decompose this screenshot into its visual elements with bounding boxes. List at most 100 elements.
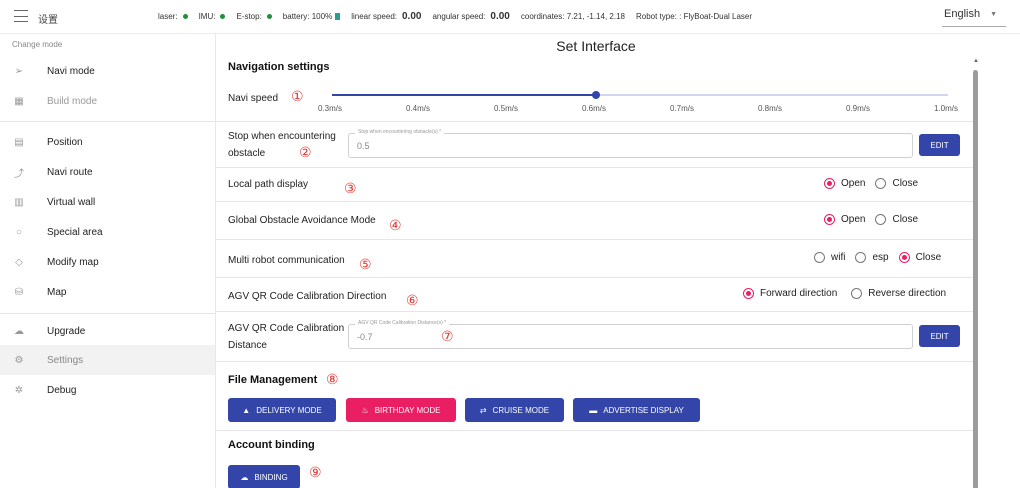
build-icon: ▦ <box>14 95 24 107</box>
sidebar-item-upgrade[interactable]: ☁ Upgrade <box>0 316 215 346</box>
position-icon: ▤ <box>14 136 24 148</box>
sidebar-item-navi-mode[interactable]: ➢ Navi mode <box>0 56 215 86</box>
navi-speed-tick-label: 0.7m/s <box>670 104 695 113</box>
navi-speed-slider-fill <box>332 94 597 96</box>
sidebar-item-virtual-wall[interactable]: ▥ Virtual wall <box>0 187 215 217</box>
route-icon: ⤴ <box>14 168 24 180</box>
imu-label: IMU: <box>198 12 216 21</box>
global-avoidance-label: Global Obstacle Avoidance Mode <box>228 215 376 226</box>
marker-6: ⑥ <box>406 292 419 308</box>
sidebar-item-label: Navi mode <box>47 65 95 77</box>
laser-label: laser: <box>158 12 178 21</box>
status-bar: laser: IMU: E-stop: battery: 100% linear… <box>158 11 763 22</box>
wall-icon: ▥ <box>14 196 24 208</box>
marker-2: ② <box>299 144 312 160</box>
binding-button[interactable]: ☁ BINDING <box>228 465 300 488</box>
display-icon: ▬ <box>589 405 598 415</box>
navi-speed-tick-label: 0.6m/s <box>582 104 607 113</box>
settings-panel: Set Interface Navigation settings Navi s… <box>216 34 1020 488</box>
estop-label: E-stop: <box>236 12 262 21</box>
qr-distance-field[interactable]: AGV QR Code Calibration Distance(s) * -0… <box>348 320 913 349</box>
navi-speed-tick-label: 0.3m/s <box>318 104 343 113</box>
sidebar-item-label: Position <box>47 136 83 148</box>
multi-robot-wifi-radio[interactable]: wifi <box>814 252 845 263</box>
navi-speed-tick-label: 0.4m/s <box>406 104 431 113</box>
battery-label: battery: <box>282 12 310 21</box>
global-avoidance-close-radio[interactable]: Close <box>875 214 918 225</box>
sidebar-divider <box>0 313 215 314</box>
qr-distance-field-label: AGV QR Code Calibration Distance(s) * <box>355 320 450 326</box>
qr-distance-label-line1: AGV QR Code Calibration <box>228 323 345 334</box>
marker-1: ① <box>291 88 304 104</box>
sidebar-item-label: Modify map <box>47 256 99 268</box>
sidebar-item-label: Special area <box>47 226 103 238</box>
estop-status-dot-icon <box>266 14 272 19</box>
sidebar-item-label: Upgrade <box>47 325 86 337</box>
global-avoidance-radio-group: Open Close <box>814 214 918 225</box>
navi-speed-slider-thumb[interactable] <box>592 91 601 99</box>
sidebar-item-modify-map[interactable]: ◇ Modify map <box>0 247 215 277</box>
delivery-mode-button[interactable]: ▲ DELIVERY MODE <box>228 398 336 422</box>
laser-status-dot-icon <box>182 14 188 19</box>
sidebar-item-label: Debug <box>47 384 77 396</box>
multi-robot-close-radio[interactable]: Close <box>898 252 941 263</box>
birthday-mode-button[interactable]: ♨ BIRTHDAY MODE <box>346 398 456 422</box>
page-title: Set Interface <box>556 38 636 54</box>
cake-icon: ♨ <box>361 405 369 415</box>
multi-robot-label: Multi robot communication <box>228 255 345 266</box>
local-path-radio-group: Open Close <box>814 178 918 189</box>
language-select[interactable]: English ▼ <box>944 8 997 20</box>
navi-speed-tick-label: 1.0m/s <box>934 104 959 113</box>
map-icon: ⛁ <box>14 286 24 298</box>
navi-speed-row: Navi speed <box>216 80 976 122</box>
sidebar-item-label: Settings <box>47 354 84 366</box>
sidebar-item-position[interactable]: ▤ Position <box>0 127 215 157</box>
qr-distance-edit-button[interactable]: EDIT <box>919 325 960 347</box>
qr-direction-forward-radio[interactable]: Forward direction <box>743 288 837 299</box>
multi-robot-radio-group: wifi esp Close <box>804 252 941 263</box>
advertise-display-button[interactable]: ▬ ADVERTISE DISPLAY <box>573 398 700 422</box>
account-binding-title: Account binding <box>228 439 315 451</box>
cruise-mode-button[interactable]: ⇄ CRUISE MODE <box>465 398 564 422</box>
navi-speed-tick-label: 0.9m/s <box>846 104 871 113</box>
robot-type-value: FlyBoat-Dual Laser <box>683 12 753 21</box>
local-path-close-radio[interactable]: Close <box>875 178 918 189</box>
sidebar: Change mode ➢ Navi mode ▦ Build mode ▤ P… <box>0 34 216 488</box>
stop-obstacle-value[interactable]: 0.5 <box>357 141 370 151</box>
battery-value: 100% <box>311 12 333 21</box>
repeat-icon: ⇄ <box>479 405 487 415</box>
linear-speed-label: linear speed: <box>351 12 397 21</box>
sidebar-item-settings[interactable]: ⚙ Settings <box>0 345 215 375</box>
stop-obstacle-label-line2: obstacle <box>228 148 266 159</box>
local-path-label: Local path display <box>228 179 309 190</box>
sidebar-item-label: Build mode <box>47 95 98 107</box>
sidebar-item-debug[interactable]: ✲ Debug <box>0 375 215 405</box>
stop-obstacle-label: Stop when encountering obstacle <box>228 128 336 162</box>
send-icon: ➢ <box>14 65 24 77</box>
stop-obstacle-field[interactable]: Stop when encountering obstacle(s) * 0.5 <box>348 129 913 158</box>
linear-speed-value: 0.00 <box>402 11 422 22</box>
sidebar-divider <box>0 121 215 122</box>
sidebar-item-navi-route[interactable]: ⤴ Navi route <box>0 157 215 187</box>
qr-direction-label: AGV QR Code Calibration Direction <box>228 291 387 302</box>
bug-icon: ✲ <box>14 384 24 396</box>
navi-speed-label: Navi speed <box>228 93 279 104</box>
sidebar-item-special-area[interactable]: ○ Special area <box>0 217 215 247</box>
stop-obstacle-edit-button[interactable]: EDIT <box>919 134 960 156</box>
qr-distance-value[interactable]: -0.7 <box>357 332 373 342</box>
qr-direction-radio-group: Forward direction Reverse direction <box>733 288 946 299</box>
marker-3: ③ <box>344 180 357 196</box>
sidebar-item-build-mode[interactable]: ▦ Build mode <box>0 86 215 116</box>
multi-robot-esp-radio[interactable]: esp <box>855 252 889 263</box>
angular-speed-value: 0.00 <box>490 11 510 22</box>
scroll-up-arrow-icon[interactable]: ▲ <box>973 58 979 64</box>
sidebar-item-map[interactable]: ⛁ Map <box>0 277 215 307</box>
scrollbar-thumb[interactable] <box>973 70 978 488</box>
local-path-open-radio[interactable]: Open <box>824 178 865 189</box>
qr-direction-reverse-radio[interactable]: Reverse direction <box>851 288 946 299</box>
section-divider <box>216 430 976 431</box>
scrollbar[interactable]: ▲ <box>971 58 981 488</box>
menu-icon[interactable] <box>14 10 28 22</box>
global-avoidance-open-radio[interactable]: Open <box>824 214 865 225</box>
gear-icon: ⚙ <box>14 354 24 366</box>
